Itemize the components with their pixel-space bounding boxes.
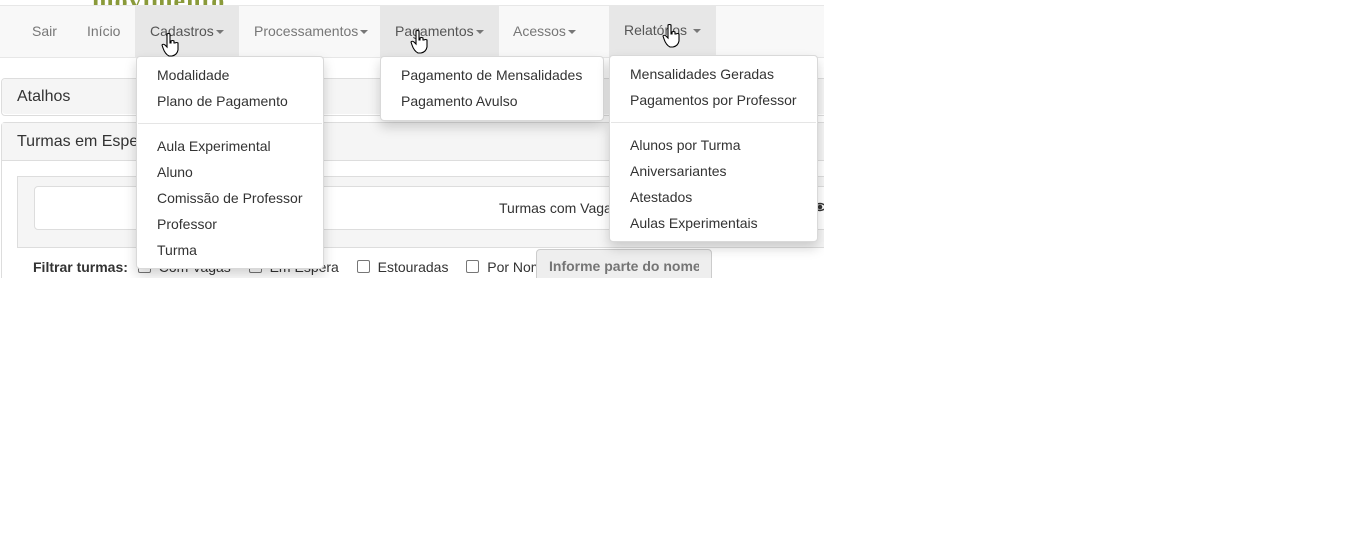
dropdown-pagamentos: Pagamento de Mensalidades Pagamento Avul… bbox=[380, 56, 604, 121]
hand-cursor-icon bbox=[410, 30, 428, 54]
menu-item-aniversariantes[interactable]: Aniversariantes bbox=[630, 161, 727, 181]
nav-acessos[interactable]: Acessos bbox=[498, 6, 610, 57]
nav-processamentos[interactable]: Processamentos bbox=[239, 6, 380, 57]
menu-item-turma[interactable]: Turma bbox=[157, 240, 197, 260]
hand-cursor-icon bbox=[662, 24, 680, 48]
checkbox-estouradas[interactable] bbox=[356, 260, 370, 273]
checkbox-por-nome[interactable] bbox=[466, 260, 480, 273]
caret-down-icon bbox=[360, 30, 369, 35]
menu-item-aula-experimental[interactable]: Aula Experimental bbox=[157, 136, 271, 156]
menu-item-comissao-de-professor[interactable]: Comissão de Professor bbox=[157, 188, 303, 208]
panel-turmas-title: Turmas em Espera bbox=[17, 133, 153, 150]
menu-item-pagamento-avulso[interactable]: Pagamento Avulso bbox=[401, 91, 518, 111]
menu-item-professor[interactable]: Professor bbox=[157, 214, 217, 234]
caret-down-icon bbox=[692, 29, 701, 34]
menu-item-aluno[interactable]: Aluno bbox=[157, 162, 193, 182]
nav-sair-label: Sair bbox=[32, 23, 57, 39]
filter-label: Filtrar turmas: bbox=[33, 259, 128, 275]
nav-inicio-label: Início bbox=[87, 23, 121, 39]
filter-name-input[interactable] bbox=[536, 249, 712, 278]
menu-item-modalidade[interactable]: Modalidade bbox=[157, 65, 229, 85]
checkbox-estouradas-label: Estouradas bbox=[377, 259, 449, 275]
nav-pagamentos-label: Pagamentos bbox=[395, 23, 474, 39]
panel-atalhos-title: Atalhos bbox=[17, 88, 71, 105]
nav-cadastros-label: Cadastros bbox=[150, 23, 214, 39]
caret-down-icon bbox=[215, 30, 224, 35]
nav-pagamentos[interactable]: Pagamentos bbox=[380, 6, 499, 57]
menu-item-pagamentos-por-professor[interactable]: Pagamentos por Professor bbox=[630, 90, 797, 110]
turmas-vagas-title: Turmas com Vagas bbox=[499, 200, 619, 216]
menu-item-alunos-por-turma[interactable]: Alunos por Turma bbox=[630, 135, 741, 155]
menu-divider bbox=[611, 122, 816, 123]
dropdown-relatorios: Mensalidades Geradas Pagamentos por Prof… bbox=[609, 55, 818, 242]
menu-divider bbox=[138, 123, 322, 124]
caret-down-icon bbox=[567, 30, 576, 35]
nav-processamentos-label: Processamentos bbox=[254, 23, 359, 39]
app-viewport: movimento Sair Início Cadastros Processa… bbox=[0, 0, 824, 278]
dropdown-cadastros: Modalidade Plano de Pagamento Aula Exper… bbox=[136, 56, 324, 269]
menu-item-pagamento-de-mensalidades[interactable]: Pagamento de Mensalidades bbox=[401, 65, 582, 85]
menu-item-mensalidades-geradas[interactable]: Mensalidades Geradas bbox=[630, 64, 774, 84]
menu-item-aulas-experimentais[interactable]: Aulas Experimentais bbox=[630, 213, 758, 233]
nav-cadastros[interactable]: Cadastros bbox=[135, 6, 239, 57]
nav-acessos-label: Acessos bbox=[513, 23, 566, 39]
menu-item-plano-de-pagamento[interactable]: Plano de Pagamento bbox=[157, 91, 288, 111]
caret-down-icon bbox=[475, 30, 484, 35]
menu-item-atestados[interactable]: Atestados bbox=[630, 187, 692, 207]
hand-cursor-icon bbox=[161, 33, 179, 57]
